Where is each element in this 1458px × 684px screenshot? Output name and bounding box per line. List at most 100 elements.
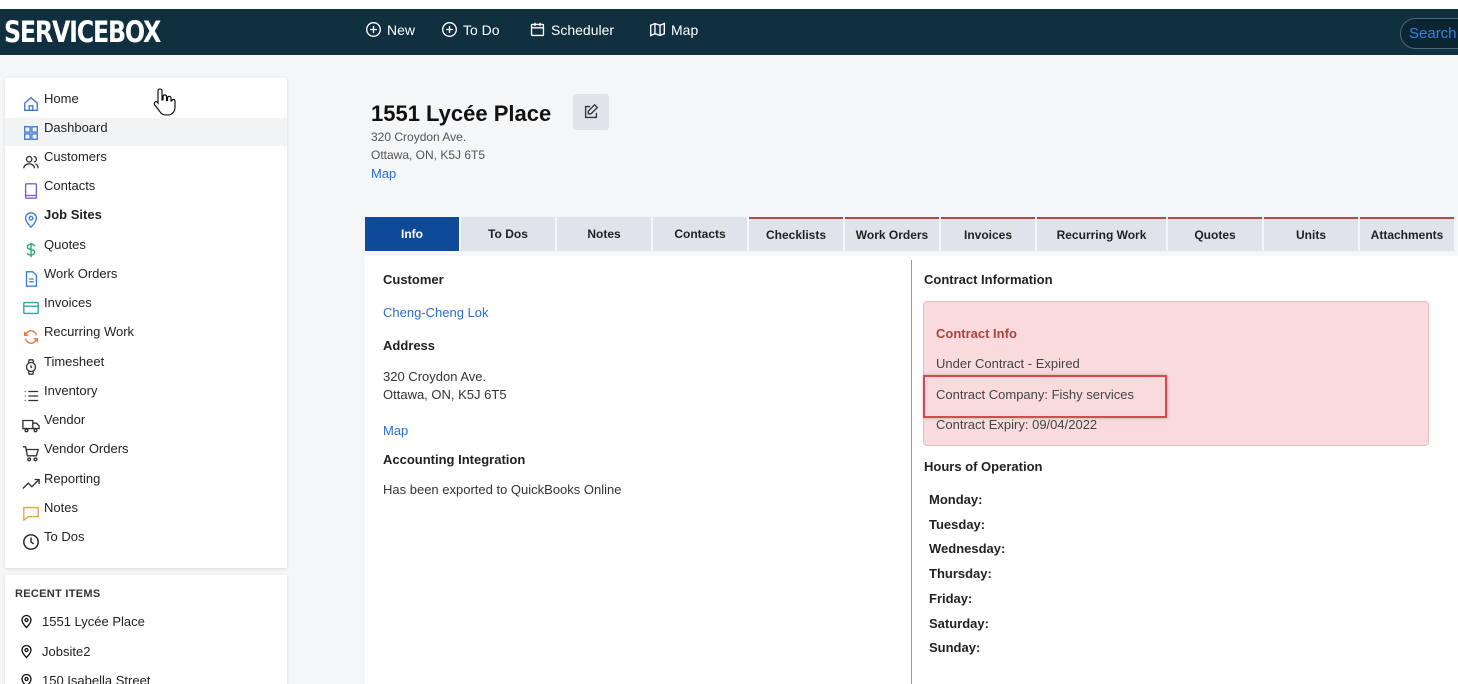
- hours-day-thursday: Thursday:: [929, 566, 992, 581]
- page-title: 1551 Lycée Place: [371, 101, 552, 126]
- location-pin-icon: [21, 673, 32, 684]
- sidebar-item-timesheet[interactable]: Timesheet: [5, 352, 287, 380]
- credit-card-icon: [23, 301, 39, 315]
- todo-button[interactable]: To Do: [441, 21, 500, 38]
- sidebar-item-label: Reporting: [44, 471, 101, 486]
- sidebar-item-label: Quotes: [44, 237, 86, 252]
- sidebar-item-vendor-orders[interactable]: Vendor Orders: [5, 439, 287, 467]
- sidebar-item-label: Customers: [44, 149, 107, 164]
- contract-status: Under Contract - Expired: [936, 356, 1080, 371]
- address-line1: 320 Croydon Ave.: [383, 369, 487, 384]
- sidebar-item-label: Inventory: [44, 383, 98, 398]
- comment-icon: [23, 506, 39, 522]
- sidebar-item-recurring-work[interactable]: Recurring Work: [5, 322, 287, 350]
- plus-circle-icon: [442, 22, 457, 37]
- document-icon: [25, 271, 38, 287]
- sidebar-item-label: Notes: [44, 500, 78, 515]
- hours-day-saturday: Saturday:: [929, 616, 989, 631]
- scheduler-button-label: Scheduler: [551, 21, 615, 38]
- address-label: Address: [383, 338, 436, 353]
- recent-item-label: 1551 Lycée Place: [42, 614, 145, 629]
- tab-invoices[interactable]: Invoices: [941, 217, 1035, 251]
- tab-notes[interactable]: Notes: [557, 217, 651, 251]
- column-divider: [911, 260, 912, 684]
- accounting-label: Accounting Integration: [383, 452, 526, 467]
- location-pin-icon: [21, 614, 32, 629]
- tab-contacts[interactable]: Contacts: [653, 217, 747, 251]
- customer-label: Customer: [383, 272, 444, 287]
- edit-button[interactable]: [573, 94, 609, 130]
- trending-up-icon: [22, 478, 40, 489]
- sidebar-item-contacts[interactable]: Contacts: [5, 176, 287, 204]
- sidebar-item-notes[interactable]: Notes: [5, 498, 287, 526]
- refresh-icon: [24, 330, 38, 344]
- contract-section-title: Contract Information: [924, 272, 1053, 287]
- map-button-label: Map: [671, 21, 699, 38]
- sidebar-item-inventory[interactable]: Inventory: [5, 381, 287, 409]
- sidebar-item-label: Contacts: [44, 178, 96, 193]
- location-pin-icon: [24, 212, 38, 229]
- recent-items-title: RECENT ITEMS: [15, 588, 101, 600]
- sidebar-item-label: Recurring Work: [44, 324, 135, 339]
- tab-units[interactable]: Units: [1264, 217, 1358, 251]
- tab-checklists[interactable]: Checklists: [749, 217, 843, 251]
- sidebar-item-label: Timesheet: [44, 354, 105, 369]
- scheduler-button[interactable]: Scheduler: [529, 21, 614, 38]
- clock-icon: [23, 534, 39, 550]
- sidebar-item-dashboard[interactable]: Dashboard: [5, 118, 287, 146]
- sidebar-item-work-orders[interactable]: Work Orders: [5, 264, 287, 292]
- recent-items-panel: RECENT ITEMS 1551 Lycée Place Jobsite2 1…: [5, 575, 287, 684]
- recent-item-label: Jobsite2: [42, 644, 91, 659]
- hours-day-monday: Monday:: [929, 492, 983, 507]
- contract-company-highlight: [923, 375, 1167, 418]
- truck-icon: [22, 419, 40, 433]
- tab-quotes[interactable]: Quotes: [1168, 217, 1262, 251]
- sidebar-item-quotes[interactable]: Quotes: [5, 235, 287, 263]
- new-button-label: New: [387, 21, 416, 38]
- tab-work-orders[interactable]: Work Orders: [845, 217, 939, 251]
- servicebox-logo[interactable]: SERVICEBOX: [4, 15, 161, 49]
- sidebar-item-home[interactable]: Home: [5, 89, 287, 117]
- contract-expiry: Contract Expiry: 09/04/2022: [936, 417, 1098, 432]
- sidebar-item-vendor[interactable]: Vendor: [5, 410, 287, 438]
- sidebar-item-label: Invoices: [44, 295, 92, 310]
- hours-title: Hours of Operation: [924, 459, 1043, 474]
- tab-to-dos[interactable]: To Dos: [461, 217, 555, 251]
- top-strip: [0, 0, 1458, 9]
- calendar-icon: [530, 22, 545, 37]
- sidebar-item-label: Home: [44, 91, 79, 106]
- contract-box-title: Contract Info: [936, 326, 1017, 341]
- header-map-link[interactable]: Map: [371, 166, 396, 181]
- tab-attachments[interactable]: Attachments: [1360, 217, 1454, 251]
- new-button[interactable]: New: [365, 21, 415, 38]
- location-pin-icon: [21, 644, 32, 659]
- address-map-link[interactable]: Map: [383, 423, 408, 438]
- sidebar-item-customers[interactable]: Customers: [5, 147, 287, 175]
- plus-circle-icon: [366, 22, 381, 37]
- home-icon: [24, 96, 38, 111]
- sidebar: Home Dashboard Customers Contacts Job Si…: [5, 78, 287, 568]
- sidebar-item-label: Job Sites: [44, 207, 102, 222]
- tab-recurring-work[interactable]: Recurring Work: [1037, 217, 1166, 251]
- sidebar-item-label: To Dos: [44, 529, 85, 544]
- watch-icon: [25, 359, 37, 375]
- sidebar-item-label: Vendor Orders: [44, 441, 129, 456]
- search-input[interactable]: Search: [1400, 18, 1458, 49]
- top-navbar: SERVICEBOX New To Do Scheduler Map Searc…: [0, 9, 1458, 55]
- recent-item[interactable]: 150 Isabella Street: [19, 673, 150, 684]
- hand-cursor-icon: [153, 88, 176, 116]
- sidebar-item-label: Vendor: [44, 412, 86, 427]
- contact-book-icon: [24, 183, 38, 199]
- grid-icon: [24, 126, 38, 140]
- cart-icon: [22, 446, 40, 462]
- customer-link[interactable]: Cheng-Cheng Lok: [383, 305, 489, 320]
- recent-item[interactable]: Jobsite2: [19, 644, 90, 659]
- map-button[interactable]: Map: [649, 21, 698, 38]
- tab-info[interactable]: Info: [365, 217, 459, 251]
- recent-item[interactable]: 1551 Lycée Place: [19, 614, 145, 629]
- header-address-line2: Ottawa, ON, K5J 6T5: [371, 148, 486, 162]
- sidebar-item-invoices[interactable]: Invoices: [5, 293, 287, 321]
- sidebar-item-reporting[interactable]: Reporting: [5, 469, 287, 497]
- sidebar-item-job-sites[interactable]: Job Sites: [5, 205, 287, 233]
- sidebar-item-to-dos[interactable]: To Dos: [5, 527, 287, 555]
